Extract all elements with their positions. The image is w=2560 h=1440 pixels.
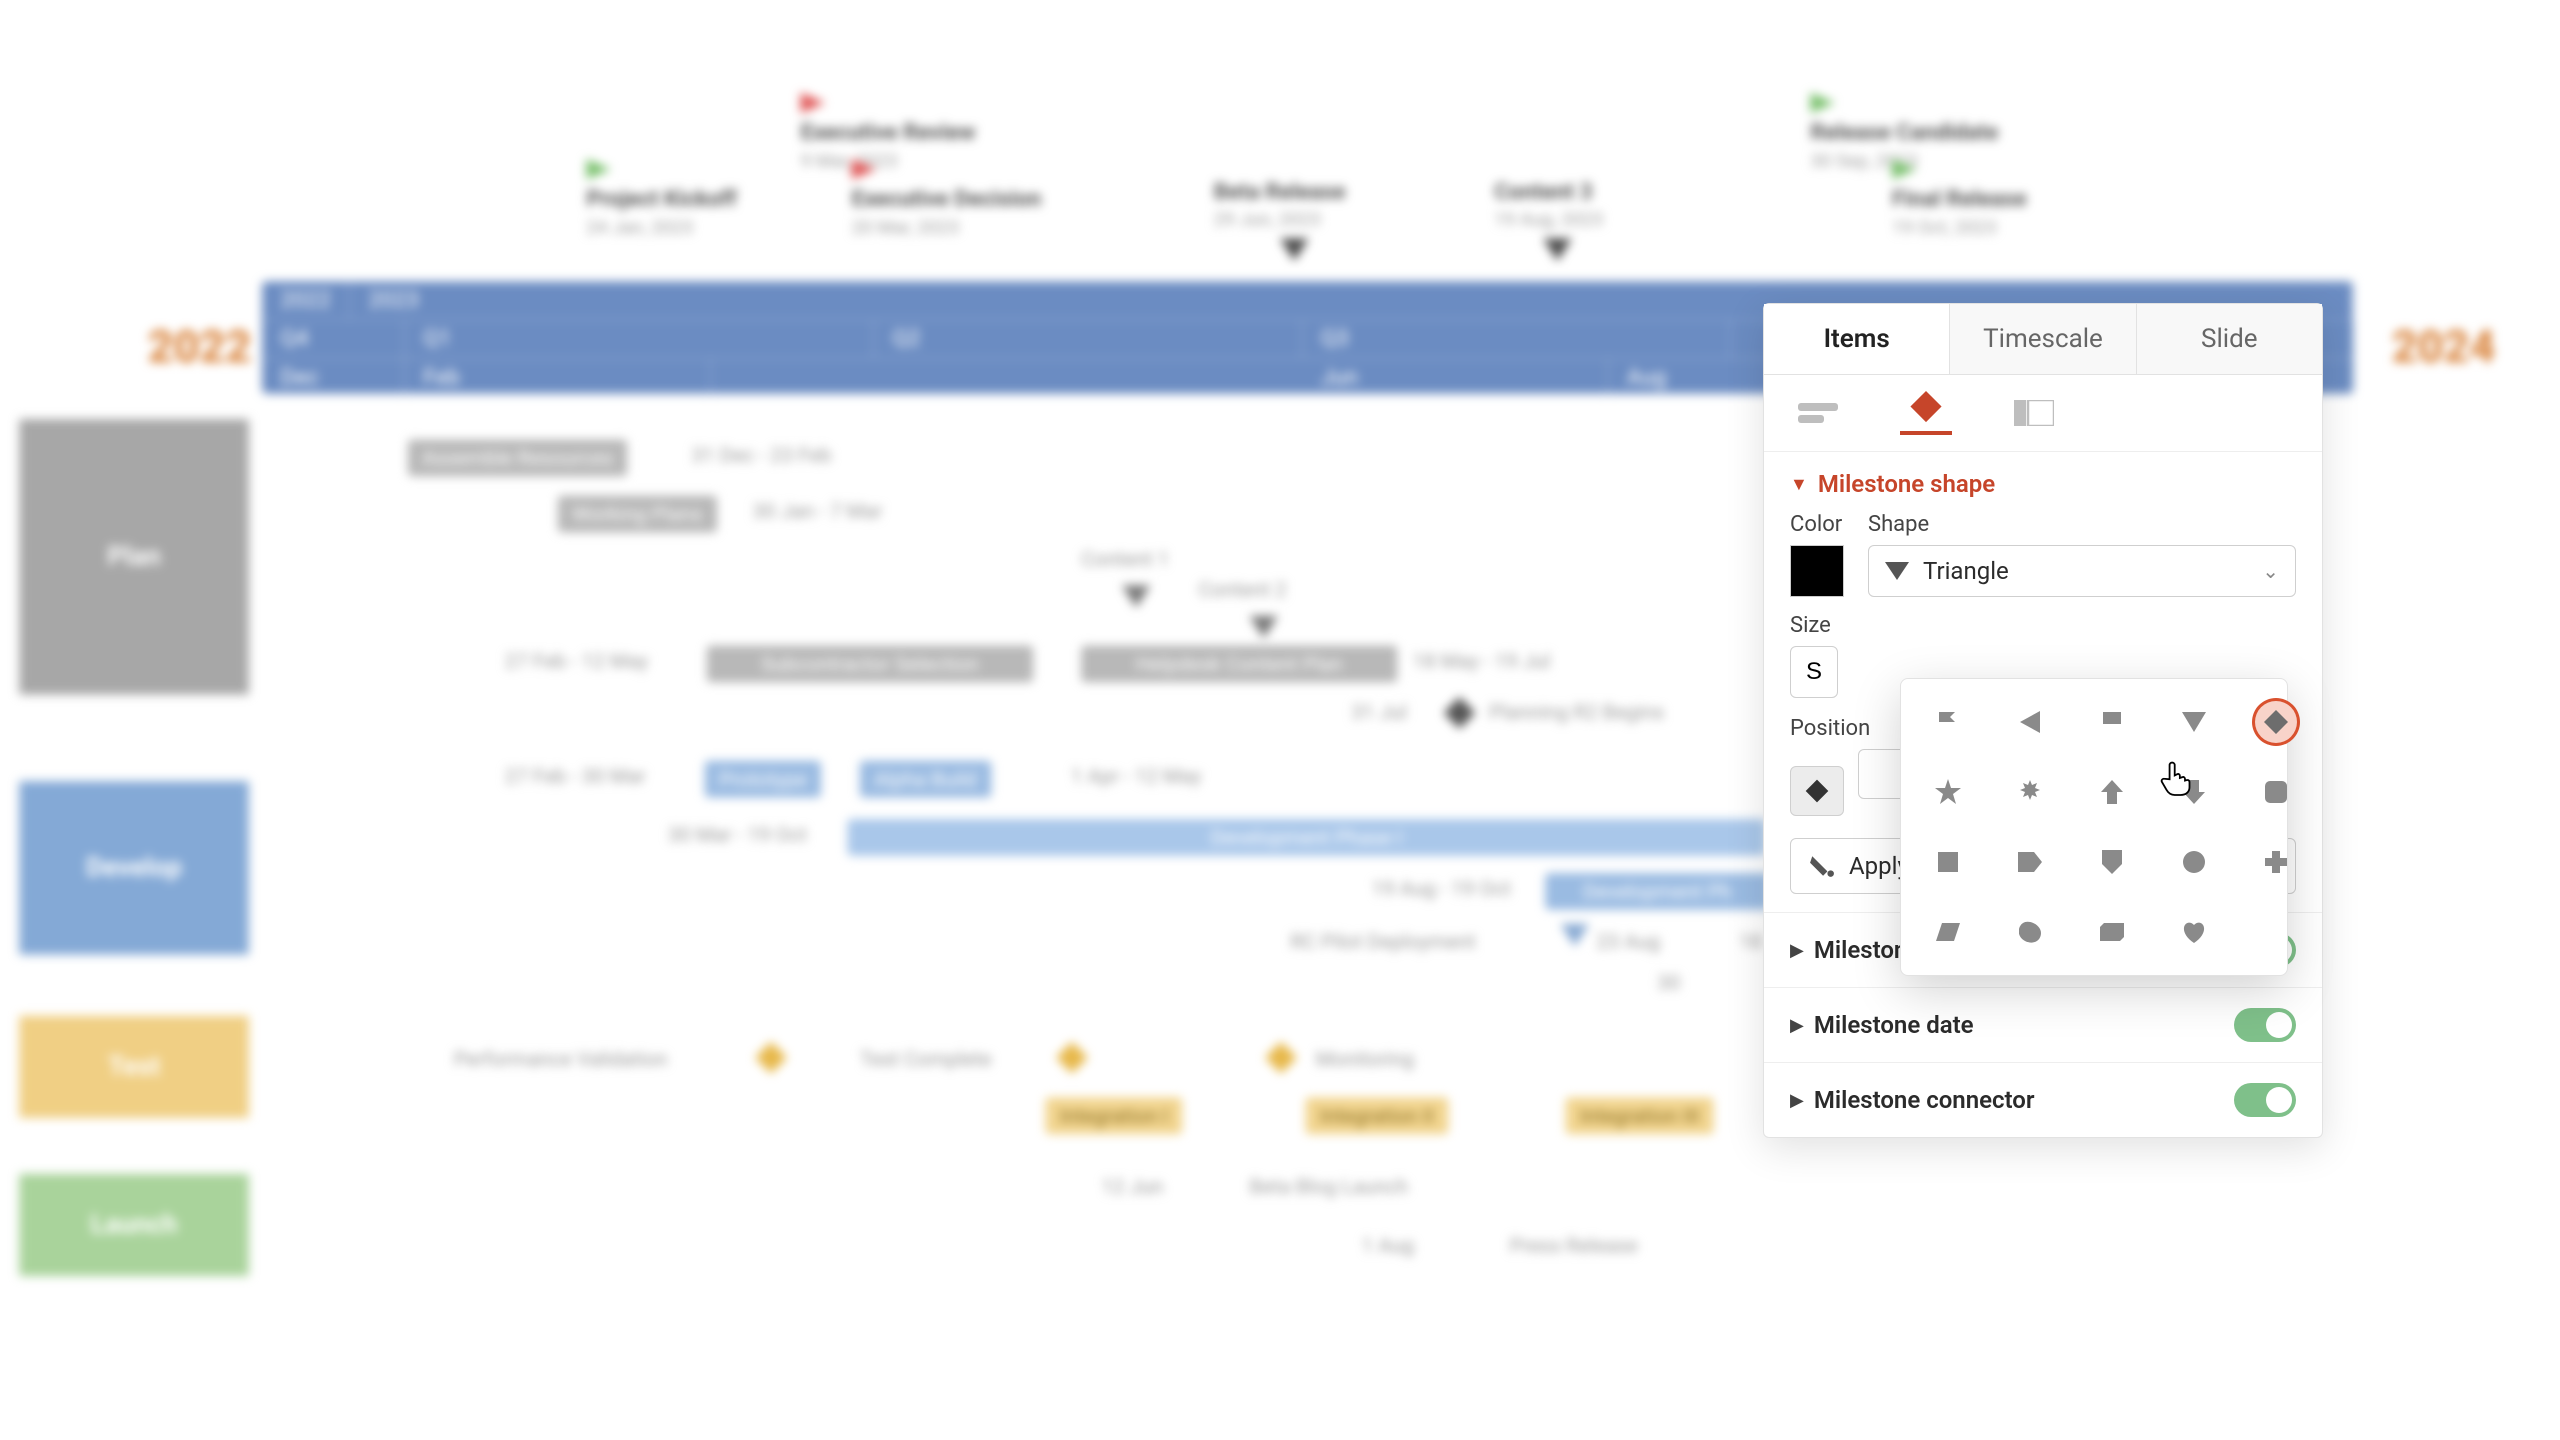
section-milestone-shape[interactable]: ▼ Milestone shape <box>1790 470 2296 498</box>
shape-option-plus[interactable] <box>2255 841 2297 883</box>
toggle-milestone-date[interactable] <box>2234 1008 2296 1042</box>
bar-working-plans: Working Plans <box>558 496 717 533</box>
caret-down-icon: ▼ <box>1790 474 1808 495</box>
triangle-icon <box>1280 239 1309 261</box>
paint-roller-icon <box>1809 853 1835 879</box>
shape-option-square[interactable] <box>1927 841 1969 883</box>
bar-subcontractor: Subcontractor Selection <box>707 646 1033 683</box>
milestone-kickoff: Project Kickoff24 Jan, 2023 <box>586 159 736 241</box>
milestone-release-candidate: Release Candidate30 Sep, 2023 <box>1810 93 1998 175</box>
caret-right-icon: ▶ <box>1790 940 1804 961</box>
shape-option-circle[interactable] <box>2173 841 2215 883</box>
shape-picker-popover <box>1900 678 2288 976</box>
shape-option-flag-right[interactable] <box>1927 701 1969 743</box>
accordion-milestone-connector[interactable]: ▶ Milestone connector <box>1764 1062 2322 1137</box>
tab-timescale[interactable]: Timescale <box>1950 304 2136 374</box>
triangle-down-icon <box>1885 562 1909 580</box>
subtab-swimlane-icon[interactable] <box>2008 391 2060 435</box>
swimlane-launch: Launch <box>19 1174 249 1276</box>
diamond-icon <box>1444 697 1476 729</box>
tab-slide[interactable]: Slide <box>2137 304 2322 374</box>
bar-dev-phase2: Development Ph <box>1545 873 1769 910</box>
bar-integration1: Integration I <box>1045 1097 1182 1134</box>
shape-option-parallelogram[interactable] <box>1927 911 1969 953</box>
tab-items[interactable]: Items <box>1764 304 1950 374</box>
shape-option-heart[interactable] <box>2173 911 2215 953</box>
shape-option-flag-solid[interactable] <box>2091 701 2133 743</box>
milestone-beta-release: Beta Release29 Jun, 2023 <box>1214 179 1346 233</box>
swimlane-plan: Plan <box>19 419 249 694</box>
shape-option-triangle-left[interactable] <box>2009 701 2051 743</box>
subtab-milestone-icon[interactable] <box>1900 391 1952 435</box>
shape-option-square-rounded[interactable] <box>2255 771 2297 813</box>
shape-option-triangle-down[interactable] <box>2173 701 2215 743</box>
shape-option-star[interactable] <box>1927 771 1969 813</box>
shape-option-arrow-down[interactable] <box>2173 771 2215 813</box>
size-button-s[interactable]: S <box>1790 646 1838 698</box>
label-color: Color <box>1790 512 1844 537</box>
swimlane-develop: Develop <box>19 781 249 954</box>
bar-prototype: Prototype <box>705 761 821 798</box>
shape-dropdown[interactable]: Triangle ⌄ <box>1868 545 2296 597</box>
bar-helpdesk: Helpdesk Content Plan <box>1081 646 1397 683</box>
diamond-icon <box>1806 780 1829 803</box>
accordion-milestone-date[interactable]: ▶ Milestone date <box>1764 987 2322 1062</box>
milestone-exec-decision: Executive Decision20 Mar, 2023 <box>852 159 1042 241</box>
chevron-down-icon: ⌄ <box>2262 559 2279 583</box>
label-size: Size <box>1790 613 2296 638</box>
toggle-milestone-connector[interactable] <box>2234 1083 2296 1117</box>
bar-assemble: Assemble Resources <box>408 440 627 477</box>
bar-dev-phase1: Development Phase I <box>848 819 1766 856</box>
triangle-icon <box>1543 239 1572 261</box>
panel-tabs: Items Timescale Slide <box>1764 304 2322 375</box>
color-swatch[interactable] <box>1790 545 1844 597</box>
year-right: 2024 <box>2392 320 2496 373</box>
shape-option-skew-rect[interactable] <box>2091 911 2133 953</box>
shape-option-diamond[interactable] <box>2255 701 2297 743</box>
position-option-1[interactable] <box>1790 766 1844 816</box>
year-left: 2022 <box>148 320 252 373</box>
caret-right-icon: ▶ <box>1790 1015 1804 1036</box>
subtabs <box>1764 375 2322 452</box>
label-shape: Shape <box>1868 512 2296 537</box>
bar-integration3: Integration III <box>1566 1097 1714 1134</box>
shape-option-burst[interactable] <box>2009 771 2051 813</box>
subtab-task-icon[interactable] <box>1792 391 1844 435</box>
shape-option-shield[interactable] <box>2091 841 2133 883</box>
caret-right-icon: ▶ <box>1790 1090 1804 1111</box>
shape-option-arrow-up[interactable] <box>2091 771 2133 813</box>
milestone-exec-review: Executive Review9 Mar, 2023 <box>801 93 976 175</box>
swimlane-test: Test <box>19 1016 249 1118</box>
bar-integration2: Integration II <box>1306 1097 1449 1134</box>
shape-option-pentagon-right[interactable] <box>2009 841 2051 883</box>
bar-alpha: Alpha Build <box>860 761 991 798</box>
shape-option-blob[interactable] <box>2009 911 2051 953</box>
shape-value: Triangle <box>1923 557 2009 585</box>
milestone-content3: Content 319 Aug, 2023 <box>1494 179 1603 233</box>
milestone-final-release: Final Release19 Oct, 2023 <box>1892 159 2027 241</box>
